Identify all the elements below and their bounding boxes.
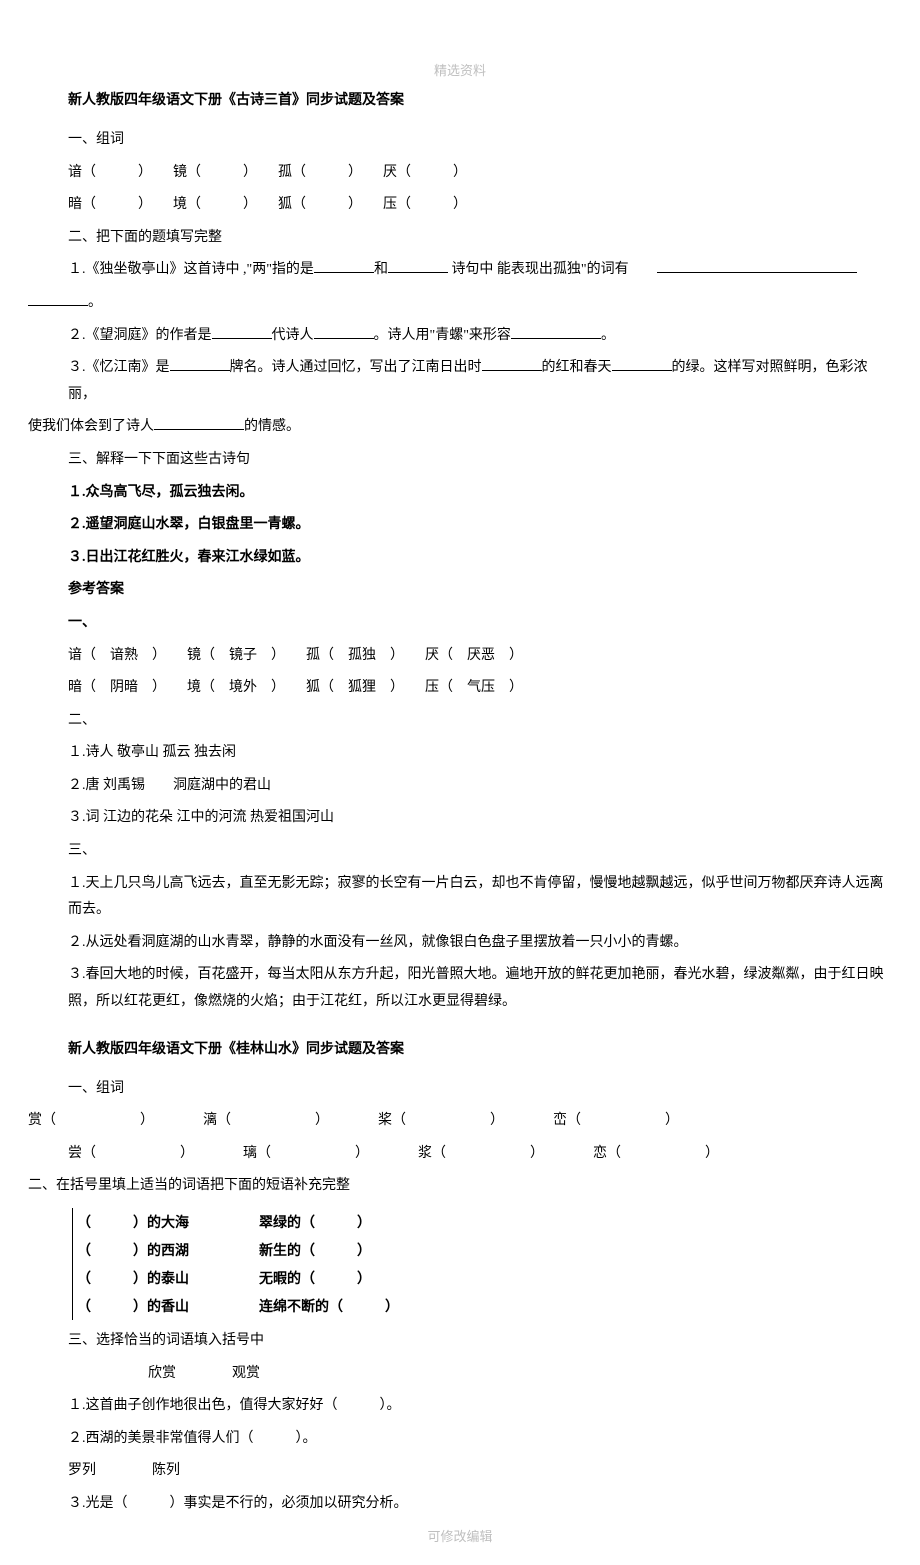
s1-q1-label: 一、组词	[28, 127, 892, 154]
s2-q2-label: 二、在括号里填上适当的词语把下面的短语补充完整	[28, 1173, 892, 1200]
table-row: （ ）的西湖 新生的（ ）	[77, 1236, 892, 1264]
text: １.《独坐敬亭山》这首诗中 ,"两"指的是	[68, 262, 314, 277]
s1-q2-1: １.《独坐敬亭山》这首诗中 ,"两"指的是 和 诗句中 能表现出孤独"的词有	[28, 257, 892, 284]
s1-a1-row1: 谙（ 谙熟 ） 镜（ 镜子 ） 孤（ 孤独 ） 厌（ 厌恶 ）	[28, 643, 892, 670]
blank	[314, 338, 374, 339]
text: 代诗人	[272, 328, 314, 343]
text: 。	[601, 328, 615, 343]
text: 的情感。	[244, 419, 300, 434]
table-row: （ ）的香山 连绵不断的（ ）	[77, 1292, 892, 1320]
blank	[657, 272, 857, 273]
table-row: （ ）的泰山 无暇的（ ）	[77, 1264, 892, 1292]
s1-a1-row2: 暗（ 阴暗 ） 境（ 境外 ） 狐（ 狐狸 ） 压（ 气压 ）	[28, 675, 892, 702]
s1-a3-2: ２.从远处看洞庭湖的山水青翠，静静的水面没有一丝风，就像银白色盘子里摆放着一只小…	[28, 930, 892, 957]
section1-title: 新人教版四年级语文下册《古诗三首》同步试题及答案	[28, 89, 892, 109]
s2-q1-row1: 赏（ ） 漓（ ） 桨（ ） 峦（ ）	[28, 1108, 892, 1135]
watermark-bottom: 可修改编辑	[28, 1526, 892, 1545]
table-row: （ ）的大海 翠绿的（ ）	[77, 1208, 892, 1236]
blank	[170, 370, 230, 371]
s2-q3-2: ２.西湖的美景非常值得人们（ ）。	[28, 1426, 892, 1453]
s1-q2-1-cont: 。	[28, 290, 892, 317]
s2-q3-label: 三、选择恰当的词语填入括号中	[28, 1328, 892, 1355]
s1-a3-1: １.天上几只鸟儿高飞远去，直至无影无踪；寂寥的长空有一片白云，却也不肯停留，慢慢…	[28, 871, 892, 924]
s1-q3-1: １.众鸟高飞尽，孤云独去闲。	[28, 480, 892, 507]
s2-q3-options1: 欣赏 观赏	[28, 1361, 892, 1388]
s1-q1-row1: 谙（ ） 镜（ ） 孤（ ） 厌（ ）	[28, 160, 892, 187]
blank	[511, 338, 601, 339]
s1-q3-3: ３.日出江花红胜火，春来江水绿如蓝。	[28, 545, 892, 572]
text: ３.《忆江南》是	[68, 360, 170, 375]
s1-q2-2: ２.《望洞庭》的作者是 代诗人 。诗人用"青螺"来形容 。	[28, 323, 892, 350]
blank	[388, 272, 448, 273]
s1-q2-3-cont: 使我们体会到了诗人 的情感。	[28, 414, 892, 441]
s1-q2-3: ３.《忆江南》是牌名。诗人通过回忆，写出了江南日出时的红和春天的绿。这样写对照鲜…	[28, 355, 892, 408]
text: 诗句中 能表现出孤独"的词有	[448, 262, 629, 277]
s1-a3-label: 三、	[28, 838, 892, 865]
text: 使我们体会到了诗人	[28, 419, 154, 434]
s2-q1-label: 一、组词	[28, 1076, 892, 1103]
blank	[612, 370, 672, 371]
text: 和	[374, 262, 388, 277]
s1-a2-2: ２.唐 刘禹锡 洞庭湖中的君山	[28, 773, 892, 800]
blank	[314, 272, 374, 273]
text: 。诗人用"青螺"来形容	[374, 328, 511, 343]
text: 。	[88, 295, 102, 310]
blank	[212, 338, 272, 339]
watermark-top: 精选资料	[28, 60, 892, 79]
s1-q1-row2: 暗（ ） 境（ ） 狐（ ） 压（ ）	[28, 192, 892, 219]
s1-a3-3: ３.春回大地的时候，百花盛开，每当太阳从东方升起，阳光普照大地。遍地开放的鲜花更…	[28, 962, 892, 1015]
s2-q1-row2: 尝（ ） 璃（ ） 浆（ ） 恋（ ）	[28, 1141, 892, 1168]
text: ２.《望洞庭》的作者是	[68, 328, 212, 343]
section2-title: 新人教版四年级语文下册《桂林山水》同步试题及答案	[28, 1038, 892, 1058]
s1-a2-3: ３.词 江边的花朵 江中的河流 热爱祖国河山	[28, 805, 892, 832]
phrase-table: （ ）的大海 翠绿的（ ） （ ）的西湖 新生的（ ） （ ）的泰山 无暇的（ …	[72, 1208, 892, 1320]
s1-a1-label: 一、	[28, 610, 892, 637]
blank	[28, 305, 88, 306]
s2-q3-1: １.这首曲子创作地很出色，值得大家好好（ ）。	[28, 1393, 892, 1420]
s1-q2-label: 二、把下面的题填写完整	[28, 225, 892, 252]
s2-q3-options2: 罗列 陈列	[28, 1458, 892, 1485]
blank	[482, 370, 542, 371]
s1-answers-label: 参考答案	[28, 577, 892, 604]
s1-q3-2: ２.遥望洞庭山水翠，白银盘里一青螺。	[28, 512, 892, 539]
blank	[154, 429, 244, 430]
s1-a2-1: １.诗人 敬亭山 孤云 独去闲	[28, 740, 892, 767]
s1-q3-label: 三、解释一下下面这些古诗句	[28, 447, 892, 474]
text: 牌名。诗人通过回忆，写出了江南日出时	[230, 360, 482, 375]
text: 的红和春天	[542, 360, 612, 375]
s2-q3-3: ３.光是（ ）事实是不行的，必须加以研究分析。	[28, 1491, 892, 1518]
s1-a2-label: 二、	[28, 708, 892, 735]
